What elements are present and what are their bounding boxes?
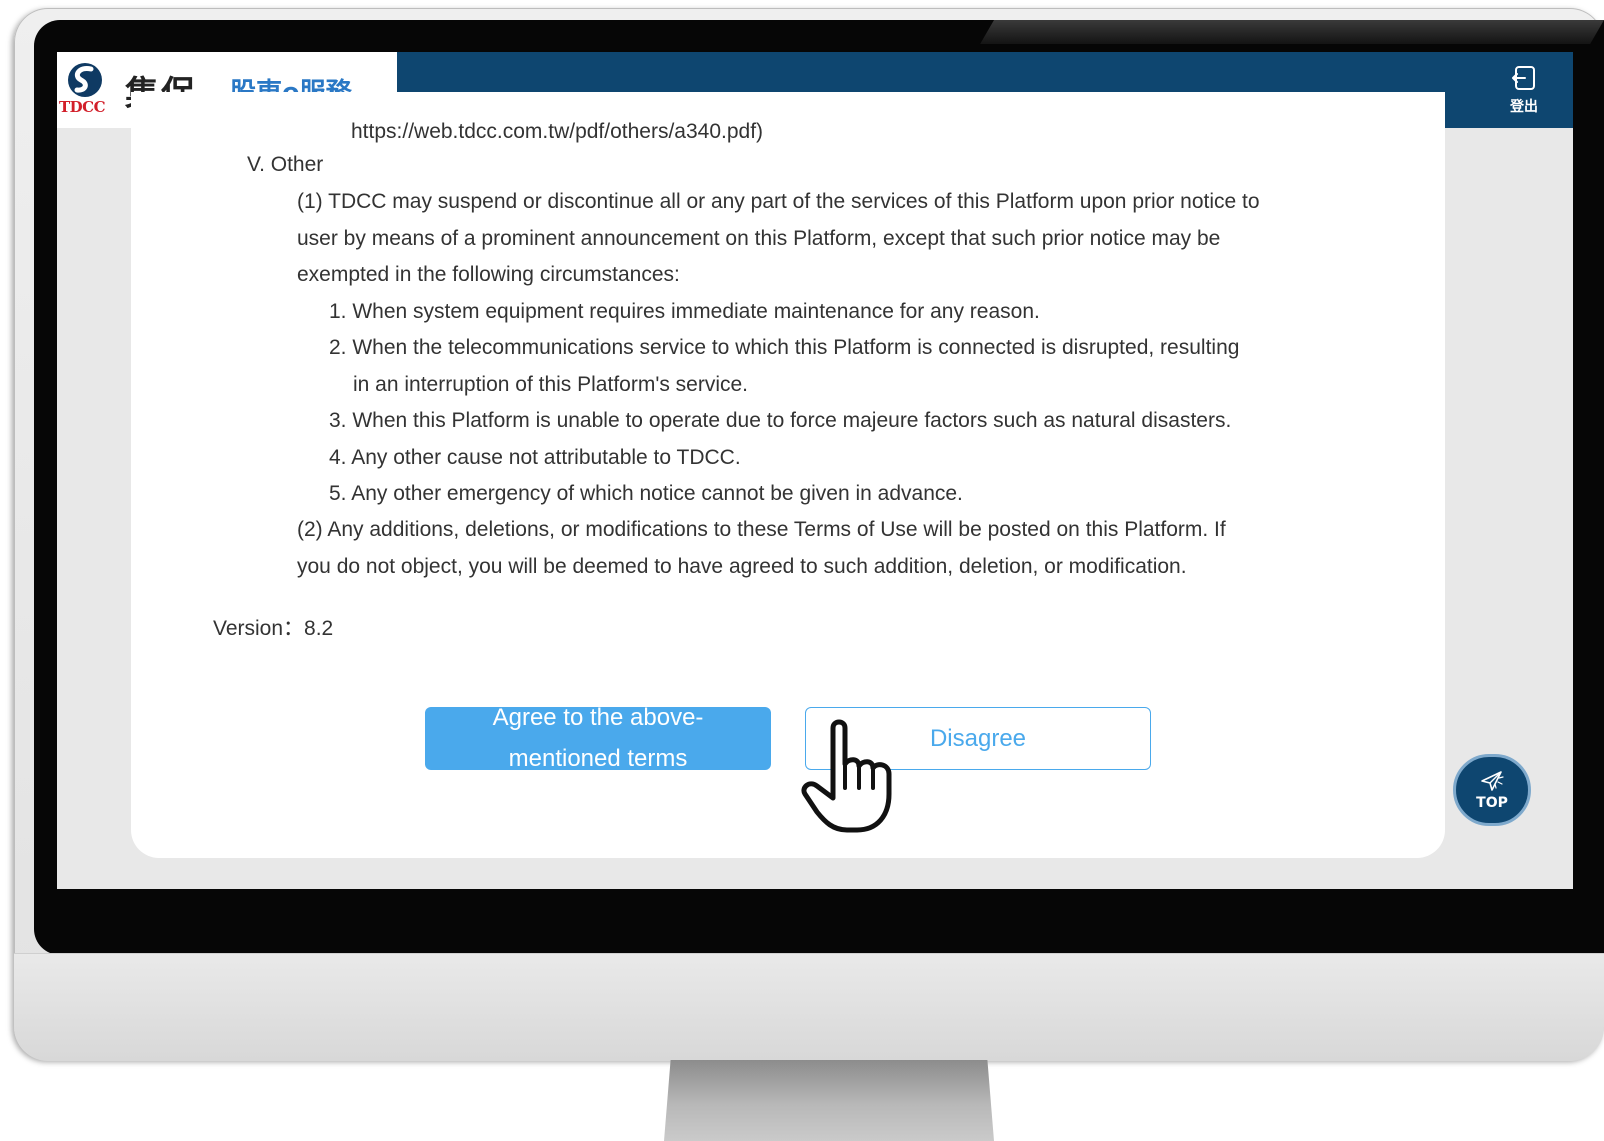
- monitor-chin: [14, 953, 1604, 1061]
- paragraph-line: (2) Any additions, deletions, or modific…: [297, 518, 1226, 541]
- bezel-reflection: [980, 20, 1604, 44]
- list-item: 2. When the telecommunications service t…: [329, 336, 1240, 359]
- paper-plane-icon: [1481, 771, 1504, 791]
- paragraph-line: (1) TDCC may suspend or discontinue all …: [297, 190, 1260, 213]
- list-item-continuation: in an interruption of this Platform's se…: [353, 373, 749, 396]
- terms-url-line: https://web.tdcc.com.tw/pdf/others/a340.…: [351, 120, 764, 143]
- list-item: 1. When system equipment requires immedi…: [329, 300, 1040, 323]
- list-item: 4. Any other cause not attributable to T…: [329, 446, 741, 469]
- logout-button[interactable]: 登出: [1501, 64, 1547, 120]
- screen: TDCC 集保 股東e服務 登出 https://web.tdcc.com.tw…: [57, 52, 1573, 889]
- logout-icon: [1512, 66, 1535, 90]
- pointing-hand-icon: [801, 719, 892, 833]
- top-label: TOP: [1476, 795, 1508, 811]
- list-item: 5. Any other emergency of which notice c…: [329, 482, 963, 505]
- version-label: Version：8.2: [213, 617, 334, 640]
- logo-text: TDCC: [59, 98, 106, 116]
- list-item: 3. When this Platform is unable to opera…: [329, 409, 1232, 432]
- agree-button-label: Agree to the above-mentioned terms: [492, 707, 704, 770]
- back-to-top-button[interactable]: TOP: [1453, 754, 1531, 826]
- paragraph-line: exempted in the following circumstances:: [297, 263, 680, 286]
- paragraph-line: user by means of a prominent announcemen…: [297, 227, 1221, 250]
- logout-label: 登出: [1510, 99, 1538, 115]
- agree-button[interactable]: Agree to the above-mentioned terms: [425, 707, 771, 770]
- section-title: V. Other: [247, 153, 324, 176]
- terms-card: https://web.tdcc.com.tw/pdf/others/a340.…: [131, 92, 1445, 858]
- monitor-stand: [664, 1060, 994, 1141]
- paragraph-line: you do not object, you will be deemed to…: [297, 555, 1187, 578]
